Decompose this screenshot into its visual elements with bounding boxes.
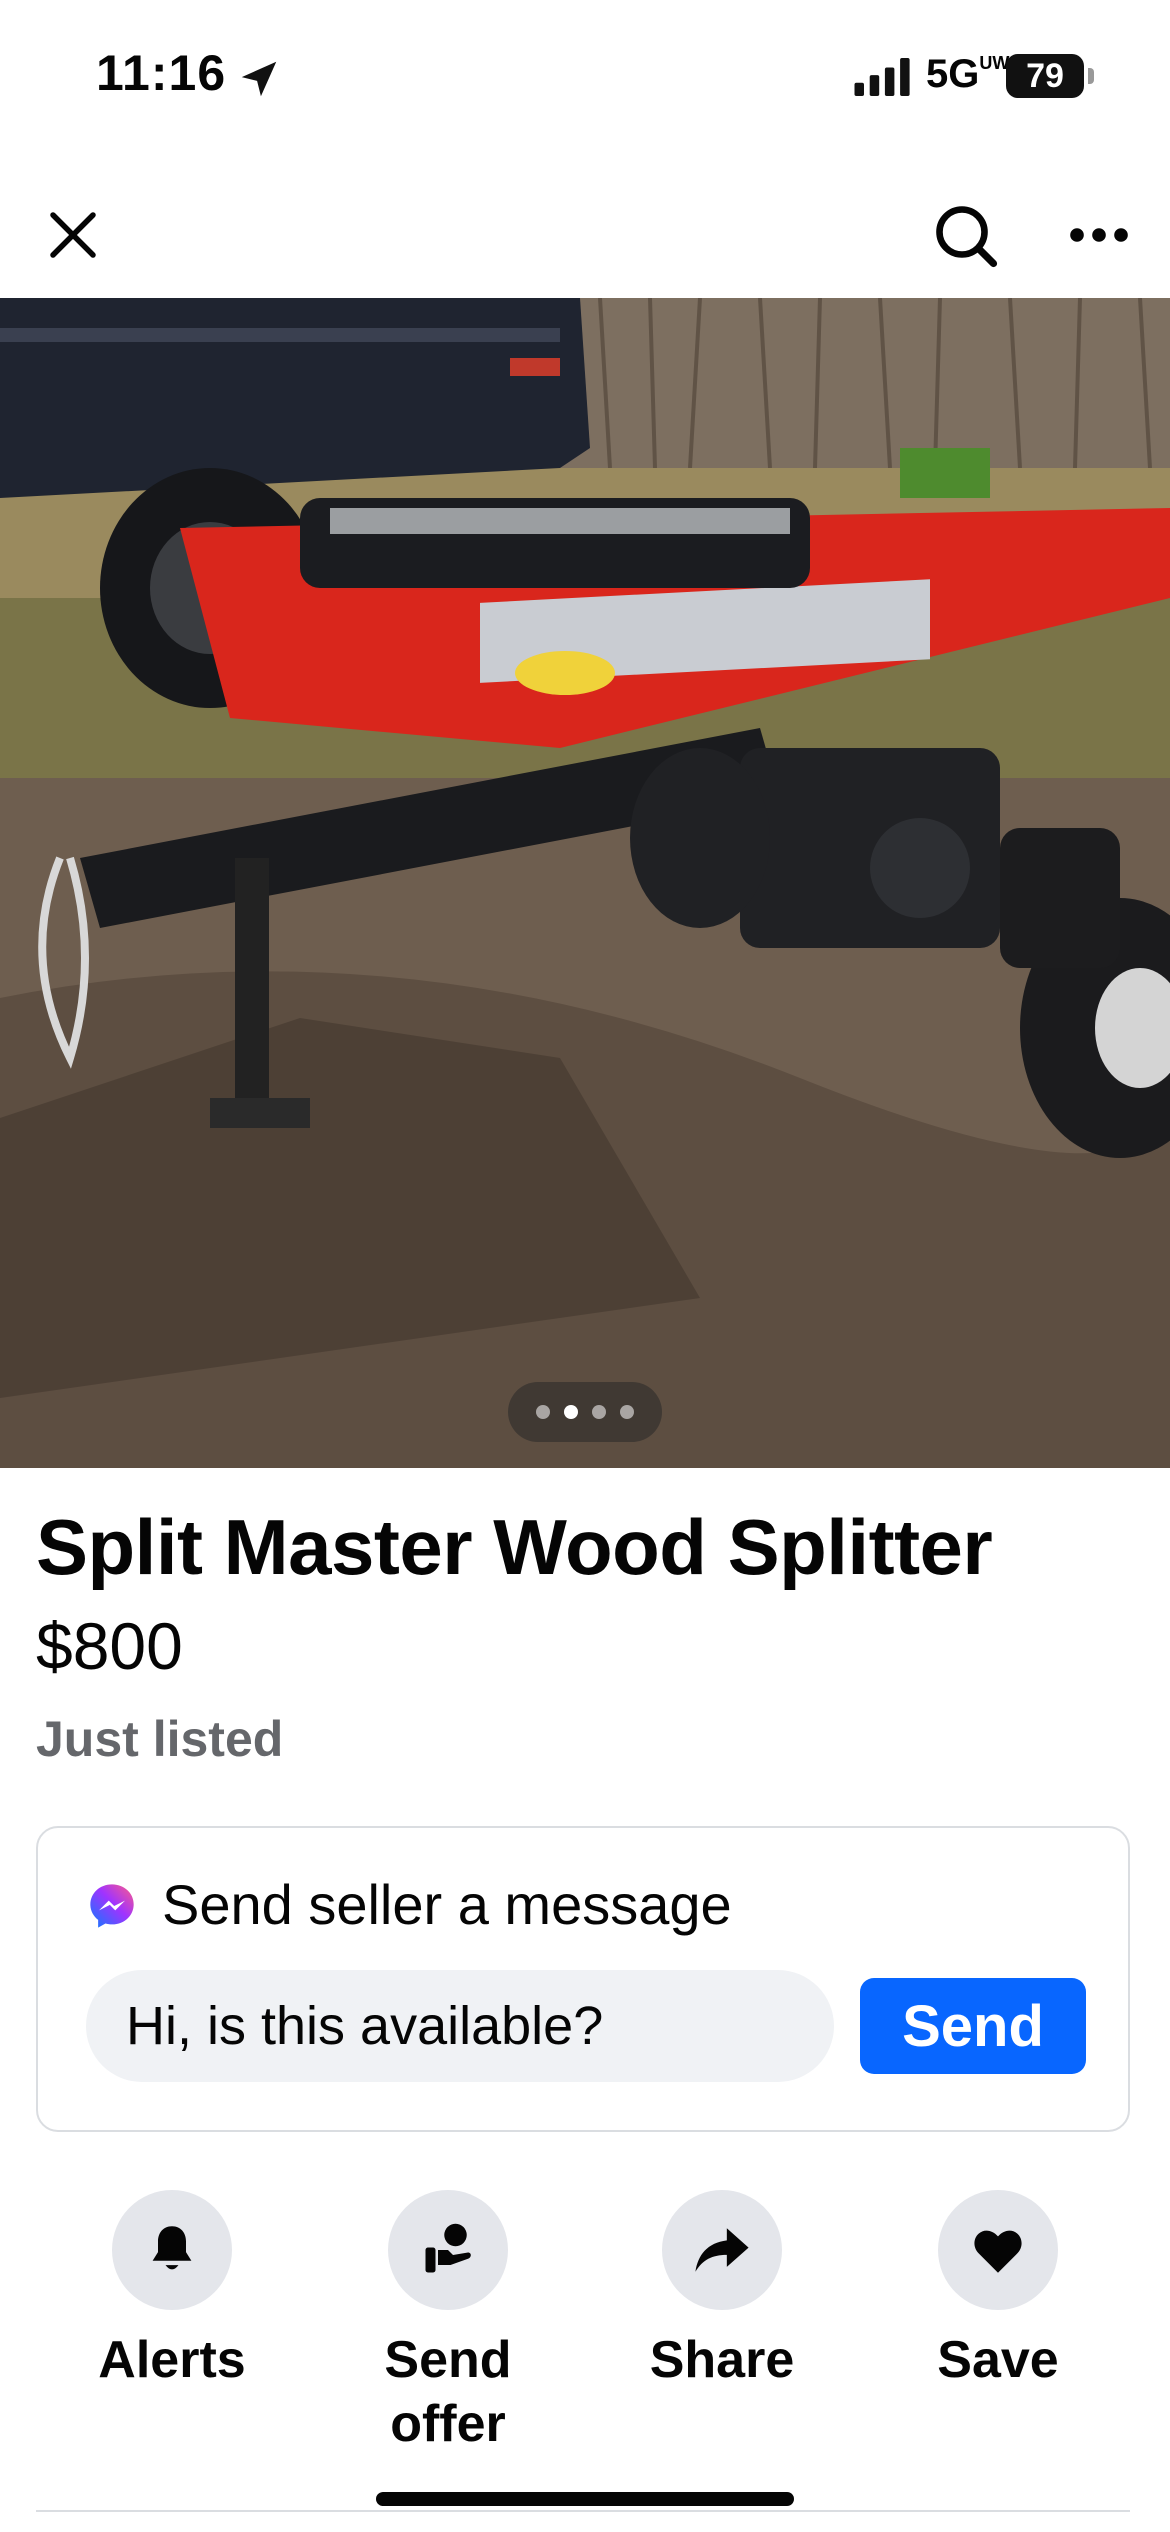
- listing-title: Split Master Wood Splitter: [36, 1503, 993, 1591]
- send-offer-label: Send offer: [384, 2331, 512, 2453]
- cellular-signal-icon: [854, 58, 910, 96]
- alerts-circle[interactable]: [112, 2190, 232, 2310]
- send-offer-button[interactable]: Send offer: [328, 2190, 568, 2456]
- wood-splitter-image: [0, 298, 1170, 1468]
- close-icon: [50, 212, 96, 258]
- message-heading: Send seller a message: [162, 1873, 732, 1936]
- photo-pager[interactable]: [508, 1382, 662, 1442]
- bell-icon: [152, 2226, 192, 2270]
- search-icon: [936, 206, 998, 268]
- battery-cap: [1088, 68, 1094, 84]
- search-button[interactable]: [920, 190, 1010, 280]
- heart-icon: [974, 2230, 1022, 2273]
- listing-status: Just listed: [36, 1711, 284, 1767]
- alerts-button[interactable]: Alerts: [52, 2190, 292, 2392]
- share-button[interactable]: Share: [602, 2190, 842, 2392]
- pager-dot-active[interactable]: [564, 1405, 578, 1419]
- pager-dot[interactable]: [620, 1405, 634, 1419]
- send-offer-circle[interactable]: [388, 2190, 508, 2310]
- battery-indicator: 79: [1006, 54, 1084, 98]
- pager-dot[interactable]: [592, 1405, 606, 1419]
- section-divider: [36, 2510, 1130, 2512]
- more-horizontal-icon: [1070, 228, 1128, 242]
- listing-photo[interactable]: [0, 298, 1170, 1468]
- share-label: Share: [649, 2331, 795, 2389]
- message-input[interactable]: [86, 1970, 834, 2082]
- save-circle[interactable]: [938, 2190, 1058, 2310]
- send-button[interactable]: Send: [860, 1978, 1086, 2074]
- more-options-button[interactable]: [1054, 190, 1144, 280]
- alerts-label: Alerts: [98, 2331, 246, 2389]
- location-arrow-icon: [241, 61, 277, 97]
- status-time: 11:16: [96, 45, 227, 101]
- close-button[interactable]: [28, 190, 118, 280]
- network-type: 5GUW: [926, 52, 1010, 96]
- messenger-icon: [90, 1884, 134, 1928]
- save-button[interactable]: Save: [878, 2190, 1118, 2392]
- top-nav-bar: [0, 170, 1170, 300]
- share-arrow-icon: [695, 2228, 749, 2272]
- send-offer-icon: [425, 2223, 471, 2273]
- listing-price: $800: [36, 1609, 183, 1683]
- share-circle[interactable]: [662, 2190, 782, 2310]
- pager-dot[interactable]: [536, 1405, 550, 1419]
- status-bar: 11:16 5GUW 79: [0, 0, 1170, 150]
- send-seller-message-card: Send seller a message Send: [36, 1826, 1130, 2132]
- home-indicator[interactable]: [376, 2492, 794, 2506]
- save-label: Save: [937, 2331, 1059, 2389]
